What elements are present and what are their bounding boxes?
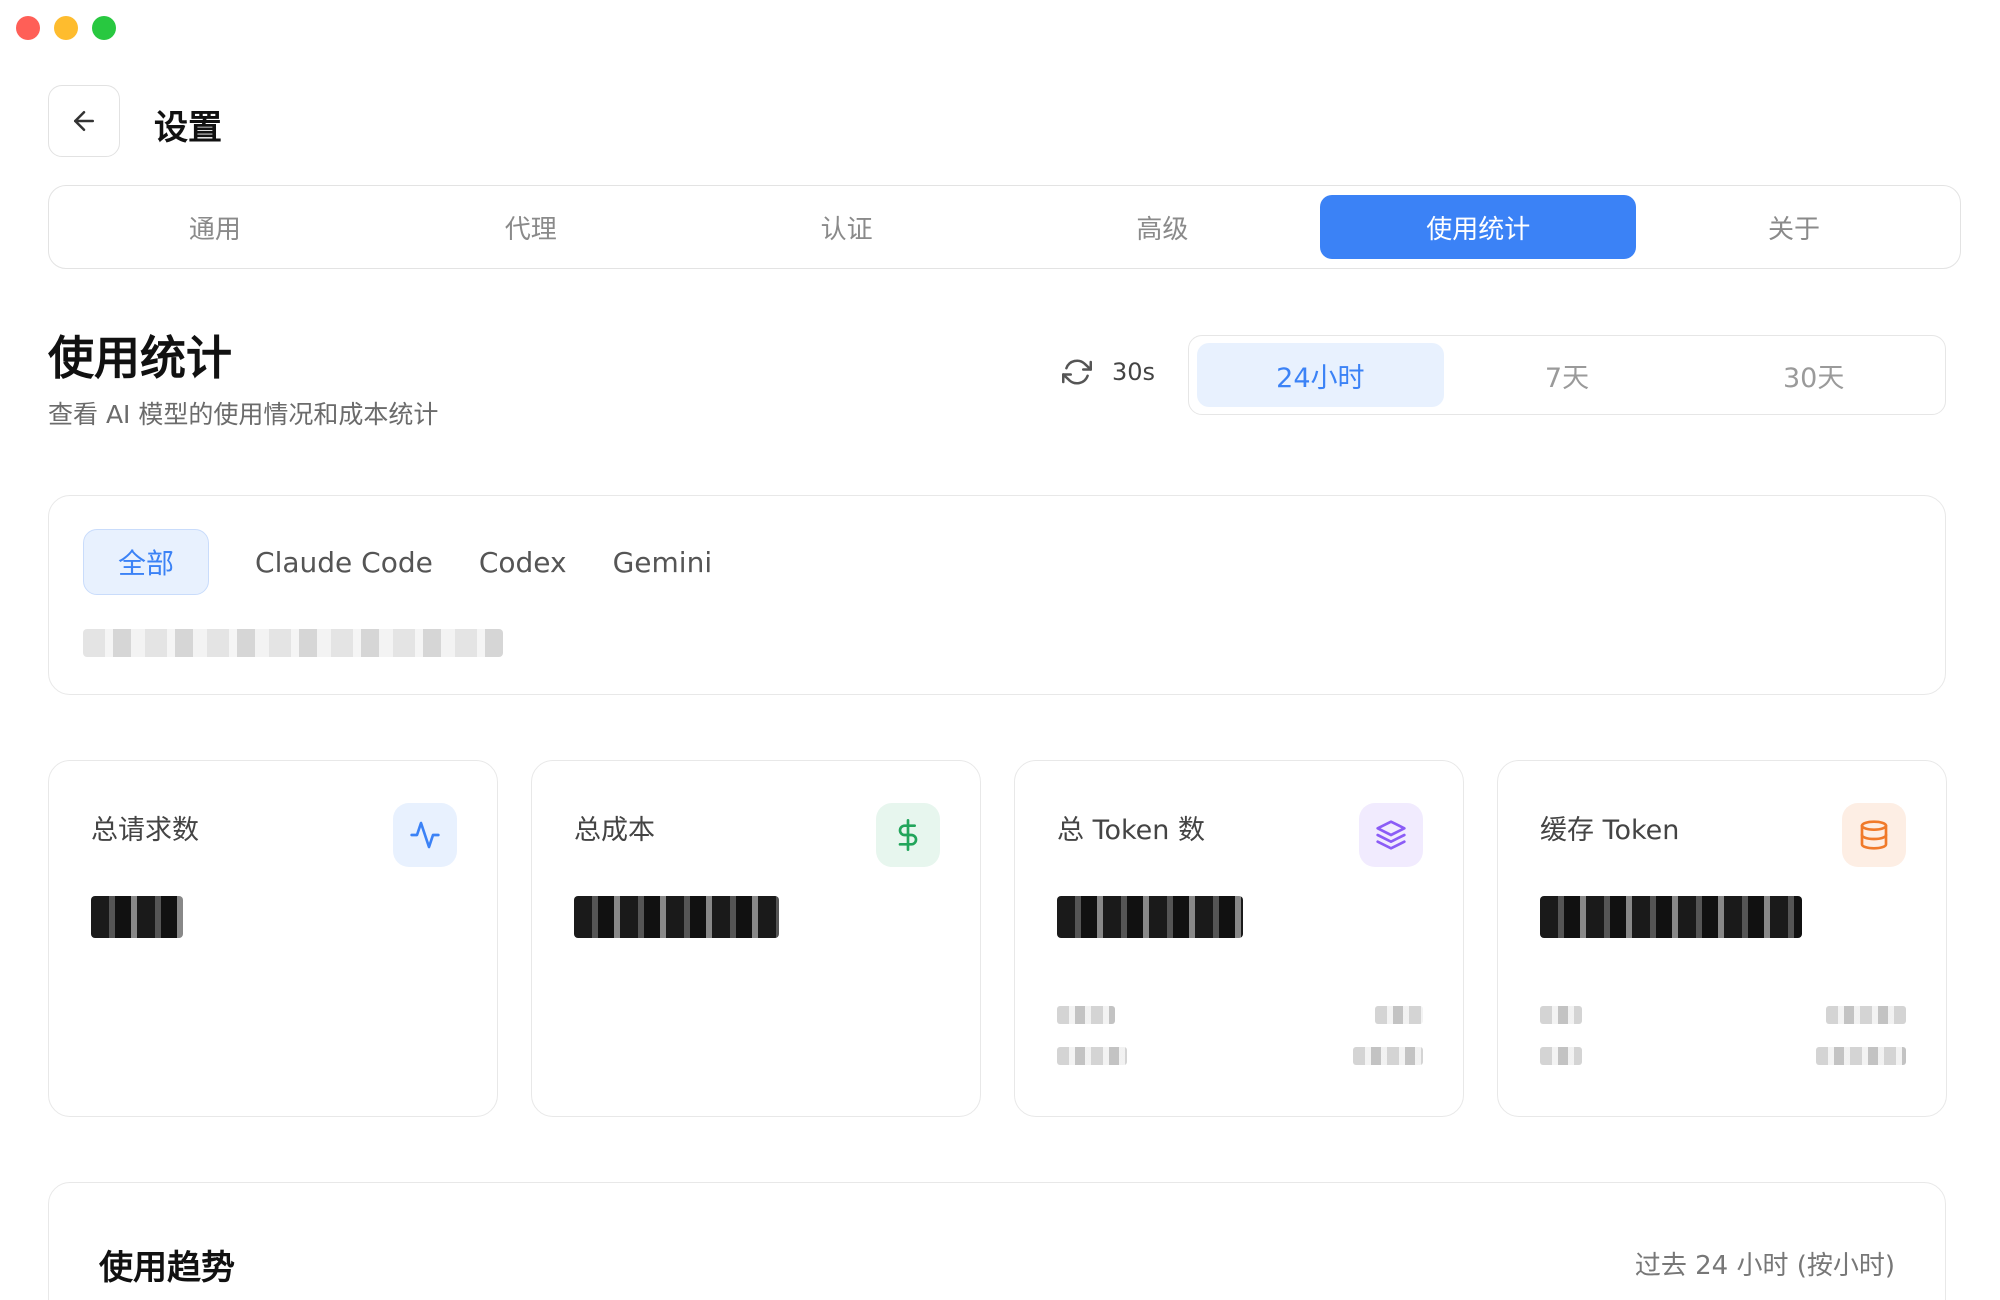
- back-button[interactable]: [48, 85, 120, 157]
- usage-trend-card: 使用趋势 过去 24 小时 (按小时): [48, 1182, 1946, 1300]
- section-title: 使用统计: [48, 331, 232, 385]
- redacted-stat-value: [1540, 896, 1802, 938]
- filter-codex[interactable]: Codex: [479, 529, 567, 595]
- trend-range-label: 过去 24 小时 (按小时): [1634, 1251, 1895, 1281]
- tab-auth[interactable]: 认证: [689, 195, 1005, 259]
- stat-card-total-requests: 总请求数: [48, 760, 498, 1117]
- tab-about[interactable]: 关于: [1636, 195, 1952, 259]
- minimize-window-button[interactable]: [54, 16, 78, 40]
- redacted-detail-label: [1540, 1006, 1582, 1024]
- redacted-stat-value: [1057, 896, 1243, 938]
- stat-card-total-cost: 总成本: [531, 760, 981, 1117]
- close-window-button[interactable]: [16, 16, 40, 40]
- tab-proxy[interactable]: 代理: [373, 195, 689, 259]
- refresh-icon: [1062, 359, 1092, 385]
- redacted-stat-value: [91, 896, 183, 938]
- stat-label: 缓存 Token: [1540, 815, 1680, 846]
- stat-card-total-tokens: 总 Token 数: [1014, 760, 1464, 1117]
- filter-gemini[interactable]: Gemini: [613, 529, 713, 595]
- window-controls: [16, 16, 116, 40]
- tab-general[interactable]: 通用: [57, 195, 373, 259]
- auto-refresh[interactable]: 30s: [1062, 357, 1155, 387]
- dollar-icon: [876, 803, 940, 867]
- settings-tabbar: 通用 代理 认证 高级 使用统计 关于: [48, 185, 1961, 269]
- zoom-window-button[interactable]: [92, 16, 116, 40]
- arrow-left-icon: [74, 111, 94, 131]
- redacted-detail-label: [1057, 1006, 1115, 1024]
- redacted-detail-label: [1057, 1047, 1127, 1065]
- source-filter-tabs: 全部 Claude Code Codex Gemini: [83, 529, 712, 595]
- time-range-selector: 24小时 7天 30天: [1188, 335, 1946, 415]
- stat-card-cache-tokens: 缓存 Token: [1497, 760, 1947, 1117]
- filter-all[interactable]: 全部: [83, 529, 210, 595]
- layers-icon: [1359, 803, 1423, 867]
- redacted-detail-label: [1540, 1047, 1582, 1065]
- redacted-stat-value: [574, 896, 779, 938]
- tab-advanced[interactable]: 高级: [1004, 195, 1320, 259]
- page-title: 设置: [154, 108, 222, 148]
- redacted-detail-value: [1826, 1006, 1906, 1024]
- redacted-detail-value: [1816, 1047, 1906, 1065]
- source-filter-card: 全部 Claude Code Codex Gemini: [48, 495, 1946, 695]
- stat-label: 总 Token 数: [1057, 815, 1205, 846]
- activity-icon: [393, 803, 457, 867]
- redacted-detail-value: [1375, 1006, 1423, 1024]
- filter-claude-code[interactable]: Claude Code: [255, 529, 433, 595]
- redacted-filter-info: [83, 629, 503, 657]
- range-7d[interactable]: 7天: [1444, 343, 1691, 407]
- range-24h[interactable]: 24小时: [1197, 343, 1444, 407]
- redacted-detail-value: [1353, 1047, 1423, 1065]
- range-30d[interactable]: 30天: [1690, 343, 1937, 407]
- tab-usage-stats[interactable]: 使用统计: [1320, 195, 1637, 259]
- stat-label: 总请求数: [91, 815, 199, 846]
- database-icon: [1842, 803, 1906, 867]
- stat-label: 总成本: [574, 815, 655, 846]
- section-subtitle: 查看 AI 模型的使用情况和成本统计: [48, 400, 439, 429]
- refresh-interval: 30s: [1112, 358, 1156, 386]
- trend-title: 使用趋势: [99, 1248, 235, 1288]
